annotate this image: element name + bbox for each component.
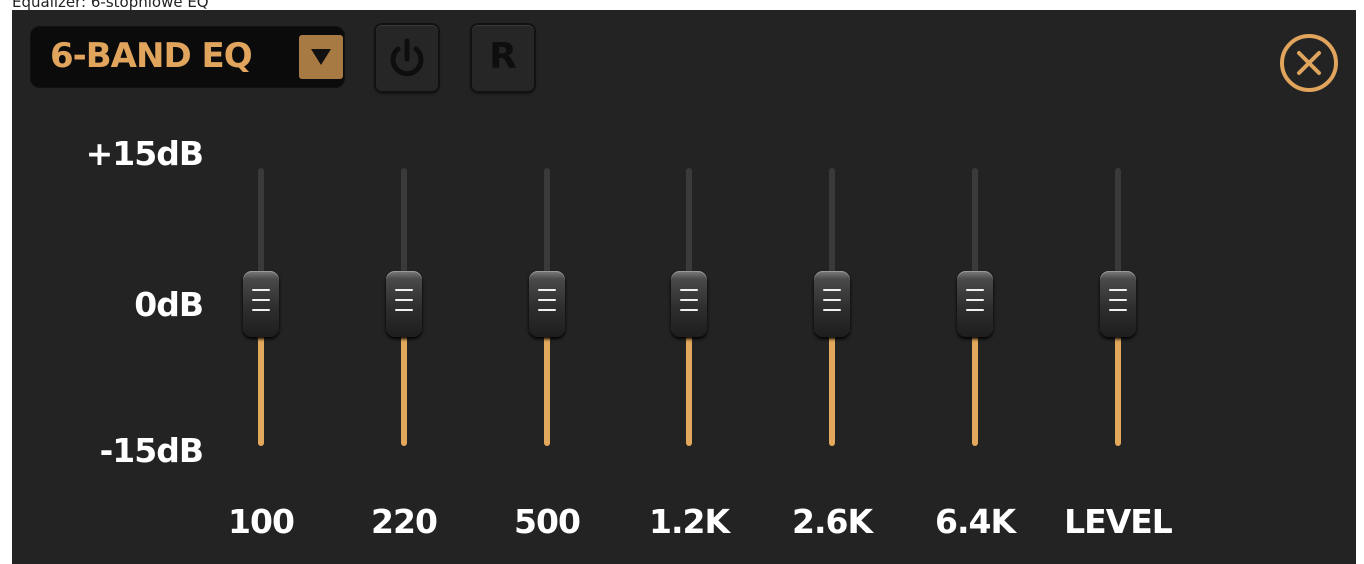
scale-bottom-label: -15dB [99,431,204,470]
slider-thumb[interactable] [671,271,707,337]
slider-track-lower[interactable] [544,318,550,446]
band-label: 6.4K [934,502,1016,541]
slider-track-lower[interactable] [1115,318,1121,446]
band-slider[interactable] [955,168,995,448]
slider-thumb[interactable] [1100,271,1136,337]
band-slider[interactable] [241,168,281,448]
slider-track-lower[interactable] [686,318,692,446]
slider-thumb[interactable] [243,271,279,337]
power-icon [390,38,424,77]
band-label: 500 [514,502,581,541]
power-button[interactable] [376,25,438,91]
slider-track-lower[interactable] [401,318,407,446]
reset-button[interactable]: R [472,25,534,91]
slider-thumb[interactable] [957,271,993,337]
slider-thumb[interactable] [529,271,565,337]
slider-track-lower[interactable] [258,318,264,446]
preset-dropdown[interactable]: 6-BAND EQ [30,26,345,88]
band-slider[interactable] [384,168,424,448]
chevron-down-icon [311,49,331,65]
band-slider[interactable] [669,168,709,448]
scale-mid-label: 0dB [134,285,204,324]
band-label: 220 [371,502,438,541]
band-label: LEVEL [1064,502,1173,541]
reset-label: R [489,36,517,77]
slider-thumb[interactable] [386,271,422,337]
close-icon [1280,34,1338,92]
band-slider[interactable] [527,168,567,448]
preset-label: 6-BAND EQ [50,36,253,76]
slider-track-lower[interactable] [972,318,978,446]
slider-thumb[interactable] [814,271,850,337]
band-label: 2.6K [791,502,873,541]
band-slider[interactable] [812,168,852,448]
close-button[interactable] [1278,32,1340,98]
band-label: 100 [228,502,295,541]
dropdown-arrow[interactable] [299,35,343,79]
slider-track-lower[interactable] [829,318,835,446]
band-slider[interactable] [1098,168,1138,448]
scale-top-label: +15dB [85,134,204,173]
band-label: 1.2K [648,502,730,541]
eq-panel: 6-BAND EQ R +15dB 0dB -15dB 100 220 500 1.2… [12,10,1356,564]
